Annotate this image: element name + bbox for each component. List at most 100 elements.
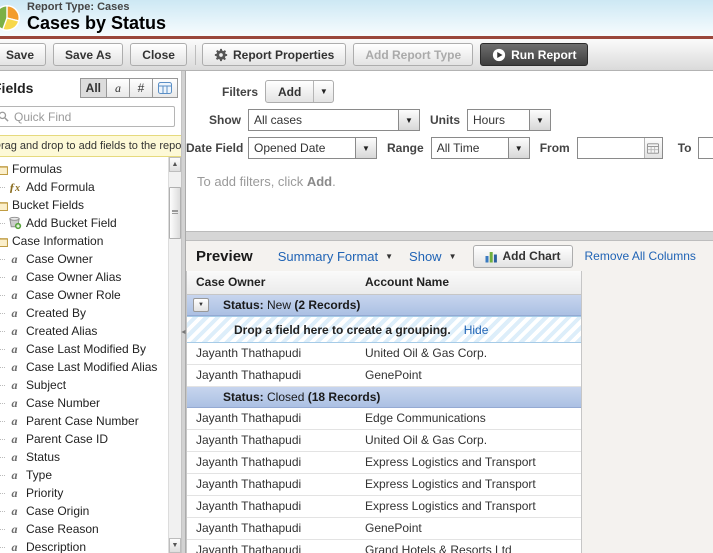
tree-field-created-alias[interactable]: a Created Alias [0,322,181,340]
report-type-label: Report Type: Cases [27,1,130,13]
tree-item-add-bucket-field[interactable]: Add Bucket Field [0,214,181,232]
dropdown-arrow-icon[interactable] [313,81,333,102]
tree-field-case-owner-role[interactable]: a Case Owner Role [0,286,181,304]
from-date-input[interactable] [576,137,663,159]
tree-field-description[interactable]: a Description [0,538,181,553]
tree-field-case-origin[interactable]: a Case Origin [0,502,181,520]
tree-connector [0,258,5,260]
text-field-icon: a [11,341,18,356]
tree-connector [0,294,5,296]
to-date-input[interactable] [698,137,713,159]
table-row: Jayanth Thathapudi United Oil & Gas Corp… [187,430,581,452]
text-field-icon: a [11,305,18,320]
tree-connector [0,546,5,548]
column-header-account-name[interactable]: Account Name [356,271,581,294]
filter-all-button[interactable]: All [79,78,107,98]
gear-icon [214,48,228,61]
collapse-group-icon[interactable] [193,298,209,312]
dropdown-arrow-icon[interactable] [385,252,393,261]
dropdown-arrow-icon[interactable] [507,138,529,158]
tree-field-case-owner[interactable]: a Case Owner [0,250,181,268]
tree-field-subject[interactable]: a Subject [0,376,181,394]
tree-field-status[interactable]: a Status [0,448,181,466]
toolbar-separator [194,44,196,65]
tree-field-parent-case-id[interactable]: a Parent Case ID [0,430,181,448]
save-as-button[interactable]: Save As [53,43,124,66]
filter-date-button[interactable] [152,78,178,98]
text-field-icon: a [11,521,18,536]
remove-all-columns-link[interactable]: Remove All Columns [585,249,696,263]
run-report-button[interactable]: Run Report [480,43,589,66]
add-filter-button[interactable]: Add [265,80,335,103]
filter-number-button[interactable]: # [129,78,153,98]
date-field-select[interactable]: Opened Date [248,137,377,159]
column-header-case-owner[interactable]: Case Owner [187,271,356,294]
tree-field-parent-case-number[interactable]: a Parent Case Number [0,412,181,430]
fields-panel-title: Fields [0,80,34,96]
calendar-icon[interactable] [643,138,662,158]
tree-connector [0,456,5,458]
tree-field-case-number[interactable]: a Case Number [0,394,181,412]
scroll-down-icon[interactable] [169,538,181,553]
tree-field-case-reason[interactable]: a Case Reason [0,520,181,538]
dropdown-arrow-icon[interactable] [355,138,376,158]
tree-connector [0,366,5,368]
drag-drop-hint: Drag and drop to add fields to the repor… [0,135,191,157]
text-field-icon: a [11,359,18,374]
tree-folder-bucket-fields[interactable]: Bucket Fields [0,196,181,214]
text-field-icon: a [11,395,18,410]
tree-folder-case-information[interactable]: Case Information [0,232,181,250]
tree-field-case-owner-alias[interactable]: a Case Owner Alias [0,268,181,286]
tree-folder-formulas[interactable]: Formulas [0,160,181,178]
close-button[interactable]: Close [130,43,187,66]
range-select[interactable]: All Time [430,137,530,159]
dropdown-arrow-icon[interactable] [398,110,419,130]
range-label: Range [387,141,424,155]
filter-text-button[interactable]: a [106,78,130,98]
dropdown-arrow-icon[interactable] [529,110,550,130]
summary-format-menu[interactable]: Summary Format [278,249,378,264]
quick-find-input[interactable] [0,106,175,127]
text-field-icon: a [11,377,18,392]
folder-icon [0,237,8,247]
from-date-field[interactable] [577,138,644,158]
report-properties-button[interactable]: Report Properties [201,43,347,66]
save-button[interactable]: Save [0,43,47,66]
table-row: Jayanth Thathapudi Edge Communications [187,408,581,430]
table-row: Jayanth Thathapudi Express Logistics and… [187,474,581,496]
units-select[interactable]: Hours [467,109,551,131]
hide-dropzone-link[interactable]: Hide [464,323,489,337]
tree-field-created-by[interactable]: a Created By [0,304,181,322]
to-date-field[interactable] [699,138,713,158]
field-type-filter-group: All a # [79,78,178,98]
panel-splitter[interactable] [182,71,186,553]
grouping-drop-zone[interactable]: Drop a field here to create a grouping. … [187,316,581,343]
collapse-sidebar-icon[interactable] [180,329,187,336]
tree-field-priority[interactable]: a Priority [0,484,181,502]
dropdown-arrow-icon[interactable] [449,252,457,261]
sidebar-scrollbar[interactable] [168,157,181,553]
tree-field-case-last-modified-by[interactable]: a Case Last Modified By [0,340,181,358]
tree-field-type[interactable]: a Type [0,466,181,484]
date-fields-filter-icon [158,82,172,94]
tree-item-add-formula[interactable]: ƒx Add Formula [0,178,181,196]
table-row: Jayanth Thathapudi GenePoint [187,365,581,387]
folder-icon [0,201,8,211]
tree-field-case-last-modified-alias[interactable]: a Case Last Modified Alias [0,358,181,376]
add-report-type-button[interactable]: Add Report Type [353,43,474,66]
show-menu[interactable]: Show [409,249,442,264]
add-chart-button[interactable]: Add Chart [472,244,573,268]
tree-connector [0,186,5,188]
to-label: To [677,141,692,155]
table-row: Jayanth Thathapudi United Oil & Gas Corp… [187,343,581,365]
scrollbar-thumb[interactable] [169,187,181,239]
scroll-up-icon[interactable] [169,157,181,172]
tree-connector [0,402,5,404]
report-builder-window: Report Type: Cases Cases by Status Save … [0,0,713,553]
tree-connector [0,348,5,350]
text-field-icon: a [11,503,18,518]
bucket-icon [9,216,22,230]
fields-tree: Formulas ƒx Add Formula Bucket Fields Ad… [0,157,181,553]
fields-sidebar: Fields All a # Drag and drop to add fiel… [0,71,191,553]
show-select[interactable]: All cases [248,109,420,131]
